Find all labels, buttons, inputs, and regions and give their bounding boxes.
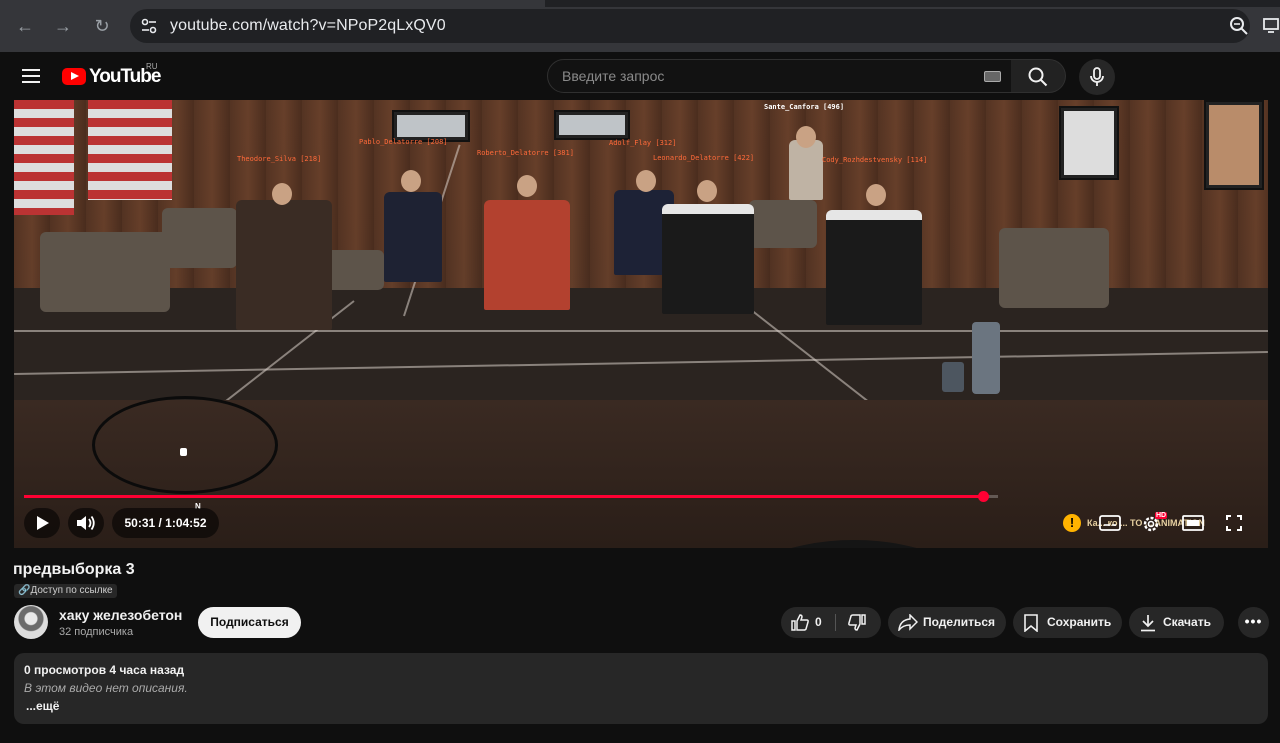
character-head xyxy=(517,175,537,197)
tv-screen xyxy=(554,110,630,140)
thumbs-down-icon xyxy=(848,614,866,631)
save-label: Сохранить xyxy=(1047,615,1112,629)
character-head xyxy=(866,184,886,206)
thumbs-up-icon xyxy=(791,614,809,631)
character-head xyxy=(401,170,421,192)
cast-icon[interactable] xyxy=(1262,16,1280,34)
play-button[interactable] xyxy=(24,508,60,538)
flag-second xyxy=(88,100,172,200)
subtitles-icon[interactable] xyxy=(1099,515,1121,531)
theater-mode-icon[interactable] xyxy=(1182,515,1204,531)
character xyxy=(789,140,823,200)
channel-avatar[interactable] xyxy=(14,605,48,639)
wall-poster xyxy=(1204,100,1264,190)
flag-left xyxy=(14,100,74,215)
subscribe-button[interactable]: Подписаться xyxy=(198,607,301,638)
view-count-and-date: 0 просмотров 4 часа назад xyxy=(24,663,185,677)
microphone-icon xyxy=(1090,67,1104,86)
description-box[interactable]: 0 просмотров 4 часа назад В этом видео н… xyxy=(14,653,1268,724)
fullscreen-icon[interactable] xyxy=(1226,515,1242,531)
dislike-button[interactable] xyxy=(836,607,881,638)
bottle xyxy=(972,322,1000,394)
player-nametag: Pablo_Delatorre [208] xyxy=(359,138,448,146)
character xyxy=(236,200,332,330)
youtube-play-logo-icon xyxy=(62,68,86,85)
tab-strip xyxy=(545,0,1280,7)
progress-scrubber[interactable] xyxy=(978,491,989,502)
search-button[interactable] xyxy=(1011,59,1066,93)
floor-line xyxy=(14,330,1268,332)
reload-icon[interactable]: ↻ xyxy=(90,14,114,38)
character xyxy=(826,210,922,325)
share-label: Поделиться xyxy=(923,615,996,629)
like-count: 0 xyxy=(815,615,822,629)
download-button[interactable]: Скачать xyxy=(1129,607,1224,638)
save-button[interactable]: Сохранить xyxy=(1013,607,1122,638)
description-text: В этом видео нет описания. xyxy=(24,681,188,695)
more-actions-button[interactable]: ••• xyxy=(1238,607,1269,638)
search-icon xyxy=(1028,67,1048,87)
chair xyxy=(40,232,170,312)
like-dislike-group: 0 xyxy=(781,607,881,638)
youtube-logo[interactable]: YouTube RU xyxy=(62,62,162,88)
chair xyxy=(162,208,237,268)
access-badge: 🔗Доступ по ссылке xyxy=(14,584,117,598)
character xyxy=(484,200,570,310)
wall-frame xyxy=(1059,106,1119,180)
time-display: 50:31 / 1:04:52 xyxy=(112,508,219,538)
cursor-highlight-ring xyxy=(92,396,278,494)
player-nametag: Cody_Rozhdestvensky [114] xyxy=(822,156,928,164)
player-nametag: Roberto_Delatorre [381] xyxy=(477,149,574,157)
player-nametag: Theodore_Silva [218] xyxy=(237,155,322,163)
like-button[interactable]: 0 xyxy=(781,607,835,638)
volume-button[interactable] xyxy=(68,508,104,538)
channel-name[interactable]: хаку железобетон xyxy=(59,607,182,623)
region-code: RU xyxy=(146,62,158,71)
back-icon[interactable]: ← xyxy=(13,14,37,38)
player-nametag: Leonardo_Delatorre [422] xyxy=(653,154,755,162)
warning-icon: ! xyxy=(1063,514,1081,532)
hamburger-menu-icon[interactable] xyxy=(22,69,40,83)
progress-played xyxy=(24,495,983,498)
forward-icon[interactable]: → xyxy=(51,14,75,38)
character-head xyxy=(636,170,656,192)
show-more-link[interactable]: ...ещё xyxy=(26,699,59,713)
search-input[interactable]: Введите запрос xyxy=(547,59,1012,93)
zoom-icon[interactable] xyxy=(1229,16,1249,36)
site-settings-icon[interactable] xyxy=(140,17,158,35)
player-nametag: Adolf_Flay [312] xyxy=(609,139,677,147)
cup xyxy=(942,362,964,392)
video-title: предвыборка 3 xyxy=(13,561,135,578)
address-bar[interactable]: youtube.com/watch?v=NPoP2qLxQV0 xyxy=(130,9,1250,43)
chair xyxy=(749,200,817,248)
voice-search-button[interactable] xyxy=(1079,59,1115,95)
character-head xyxy=(796,126,816,148)
bookmark-icon xyxy=(1024,614,1038,632)
play-icon xyxy=(37,516,49,530)
character-head xyxy=(272,183,292,205)
download-label: Скачать xyxy=(1163,615,1211,629)
character-head xyxy=(697,180,717,202)
volume-icon xyxy=(77,515,95,531)
chair xyxy=(999,228,1109,308)
url-text[interactable]: youtube.com/watch?v=NPoP2qLxQV0 xyxy=(170,17,446,35)
youtube-masthead: YouTube RU Введите запрос xyxy=(0,52,1280,100)
player-nametag: Sante_Canfora [496] xyxy=(764,103,845,111)
chair xyxy=(324,250,384,290)
search-placeholder: Введите запрос xyxy=(562,68,665,84)
share-icon xyxy=(898,614,918,631)
character xyxy=(384,192,442,282)
access-label: Доступ по ссылке xyxy=(30,585,113,596)
mouse-cursor-icon xyxy=(180,448,187,456)
browser-toolbar: ← → ↻ youtube.com/watch?v=NPoP2qLxQV0 xyxy=(0,0,1280,52)
keyboard-icon[interactable] xyxy=(984,71,1001,82)
hd-badge: HD xyxy=(1155,512,1168,519)
link-icon: 🔗 xyxy=(18,585,31,596)
subscriber-count: 32 подписчика xyxy=(59,626,134,638)
share-button[interactable]: Поделиться xyxy=(888,607,1006,638)
character xyxy=(662,204,754,314)
download-icon xyxy=(1141,615,1155,632)
